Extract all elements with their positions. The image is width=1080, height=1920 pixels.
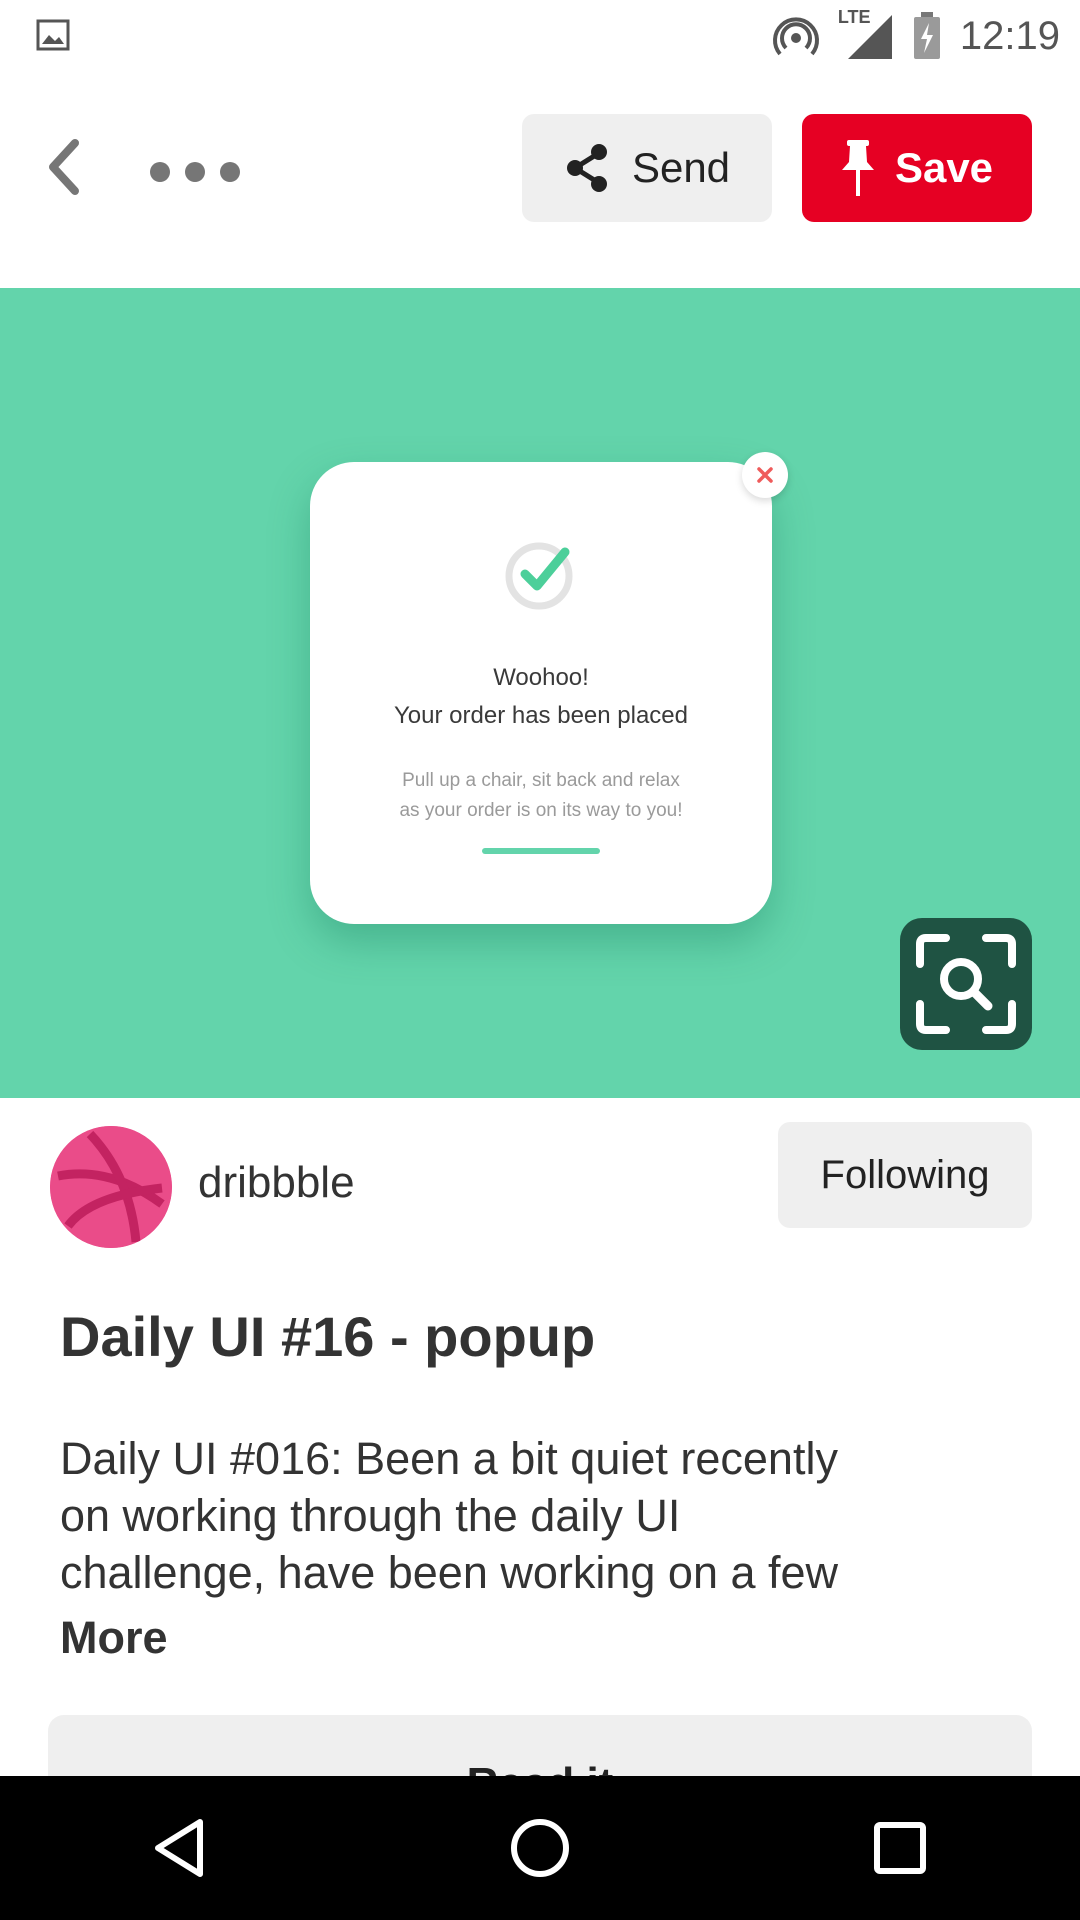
nav-home-button[interactable] bbox=[480, 1788, 600, 1908]
following-button[interactable]: Following bbox=[778, 1122, 1032, 1228]
send-label: Send bbox=[631, 144, 731, 191]
chevron-left-icon bbox=[49, 139, 79, 195]
share-icon bbox=[566, 144, 607, 192]
checkmark-circle-icon bbox=[505, 542, 573, 610]
more-dot-icon bbox=[150, 162, 170, 182]
more-options-button[interactable] bbox=[150, 152, 240, 192]
battery-charging-icon bbox=[913, 12, 940, 59]
visual-search-button[interactable] bbox=[900, 918, 1032, 1050]
send-button[interactable]: Send bbox=[522, 114, 772, 222]
android-nav-bar bbox=[0, 1776, 1080, 1920]
pin-image[interactable]: Woohoo! Your order has been placed Pull … bbox=[0, 288, 1080, 1098]
status-bar: LTE 12:19 bbox=[0, 0, 1080, 72]
triangle-back-icon bbox=[155, 1819, 203, 1877]
hotspot-icon bbox=[772, 17, 819, 56]
more-dot-icon bbox=[220, 162, 240, 182]
creator-avatar[interactable] bbox=[50, 1126, 172, 1248]
square-recents-icon bbox=[874, 1822, 926, 1874]
status-icons: LTE 12:19 bbox=[772, 0, 1060, 72]
following-label: Following bbox=[820, 1152, 990, 1197]
save-label: Save bbox=[894, 144, 994, 191]
pushpin-icon bbox=[841, 140, 874, 196]
creator-name[interactable]: dribbble bbox=[198, 1158, 355, 1208]
lte-signal-icon: LTE bbox=[838, 7, 894, 61]
pin-description-line: Daily UI #016: Been a bit quiet recently bbox=[60, 1433, 838, 1484]
close-icon bbox=[742, 452, 788, 498]
popup-progress-bar bbox=[482, 848, 600, 854]
popup-title: Woohoo! bbox=[493, 664, 589, 691]
back-button[interactable] bbox=[38, 132, 88, 202]
popup-card-illustration: Woohoo! Your order has been placed Pull … bbox=[310, 452, 788, 924]
popup-subtitle: Pull up a chair, sit back and relax bbox=[402, 770, 680, 791]
lens-search-icon bbox=[916, 934, 1016, 1034]
save-button[interactable]: Save bbox=[802, 114, 1032, 222]
more-dot-icon bbox=[185, 162, 205, 182]
more-link[interactable]: More bbox=[60, 1612, 168, 1664]
nav-back-button[interactable] bbox=[120, 1788, 240, 1908]
creator-row: dribbble Following bbox=[0, 1098, 1080, 1268]
pin-description-line: challenge, have been working on a few bbox=[60, 1547, 839, 1598]
pin-title: Daily UI #16 - popup bbox=[60, 1305, 596, 1368]
nav-recents-button[interactable] bbox=[840, 1788, 960, 1908]
popup-title: Your order has been placed bbox=[394, 702, 688, 729]
pin-description-line: on working through the daily UI bbox=[60, 1490, 681, 1541]
dribbble-logo-icon bbox=[50, 1126, 172, 1248]
pin-description: Daily UI #016: Been a bit quiet recently… bbox=[60, 1430, 960, 1601]
clock: 12:19 bbox=[959, 13, 1060, 58]
pin-toolbar: Send Save bbox=[0, 72, 1080, 288]
popup-subtitle: as your order is on its way to you! bbox=[399, 800, 683, 821]
image-notification-icon bbox=[36, 19, 70, 51]
circle-home-icon bbox=[511, 1819, 569, 1877]
